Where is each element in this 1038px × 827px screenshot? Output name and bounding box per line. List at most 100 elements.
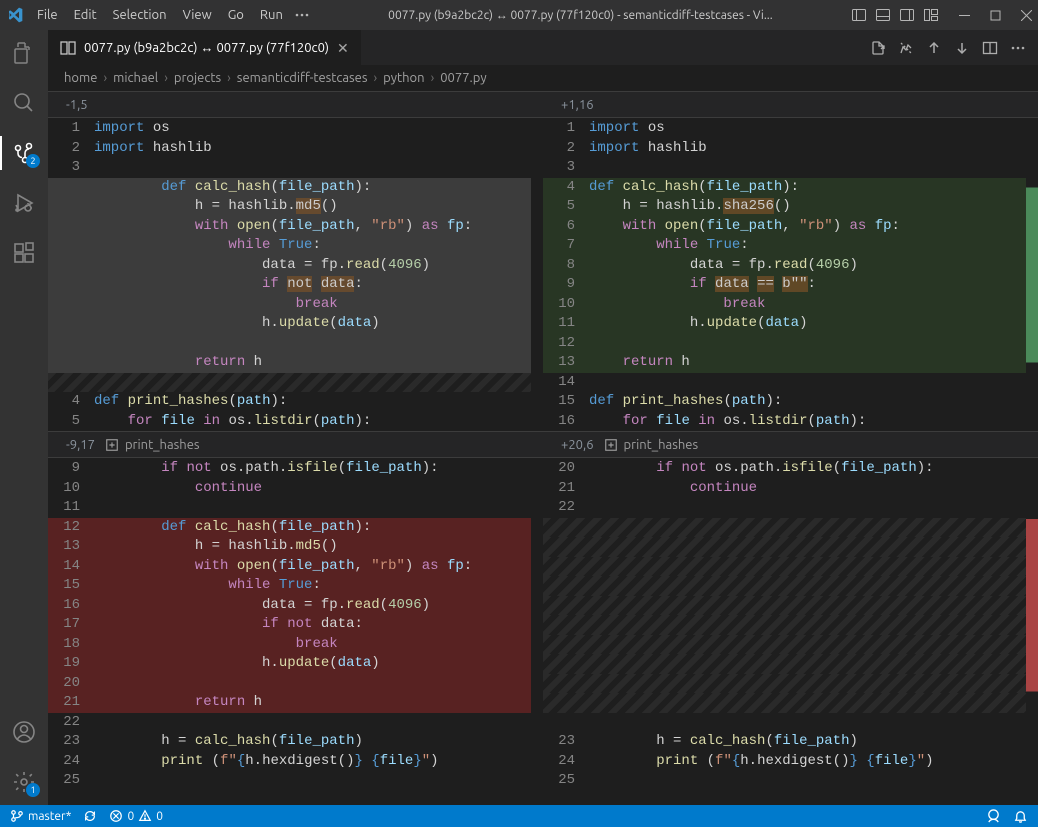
status-bell-icon[interactable] bbox=[1013, 809, 1028, 824]
menu-go[interactable]: Go bbox=[221, 4, 251, 26]
left-pane-2[interactable]: 9 if not os.path.isfile(file_path):10 co… bbox=[48, 459, 531, 791]
left-line[interactable]: 23 h = calc_hash(file_path) bbox=[48, 732, 531, 752]
right-line[interactable] bbox=[543, 713, 1026, 733]
toggle-sidebar-left-icon[interactable] bbox=[851, 7, 867, 23]
left-line[interactable]: if not data: bbox=[48, 275, 531, 295]
status-problems[interactable]: 0 0 bbox=[109, 809, 163, 823]
overflow-menu-icon[interactable] bbox=[294, 7, 310, 23]
breadcrumb-1[interactable]: michael bbox=[113, 71, 158, 85]
right-line[interactable]: 11 h.update(data) bbox=[543, 314, 1026, 334]
left-line[interactable]: h = hashlib.md5() bbox=[48, 197, 531, 217]
right-pane-2[interactable]: 20 if not os.path.isfile(file_path):21 c… bbox=[543, 459, 1026, 791]
tab-close-icon[interactable]: ✕ bbox=[337, 41, 349, 55]
extensions-icon[interactable] bbox=[0, 236, 48, 270]
breadcrumb-0[interactable]: home bbox=[64, 71, 97, 85]
left-line[interactable]: 9 if not os.path.isfile(file_path): bbox=[48, 459, 531, 479]
right-line[interactable]: 21 continue bbox=[543, 479, 1026, 499]
accounts-icon[interactable] bbox=[0, 715, 48, 749]
close-window-icon[interactable] bbox=[1021, 10, 1032, 21]
right-line[interactable]: 2import hashlib bbox=[543, 139, 1026, 159]
right-line[interactable]: 14 bbox=[543, 373, 1026, 393]
next-change-icon[interactable] bbox=[954, 40, 970, 56]
left-line[interactable]: 25 bbox=[48, 771, 531, 791]
right-line[interactable]: 7 while True: bbox=[543, 236, 1026, 256]
revert-icon[interactable] bbox=[898, 40, 914, 56]
breadcrumbs[interactable]: home›michael›projects›semanticdiff-testc… bbox=[48, 65, 1038, 91]
minimize-icon[interactable] bbox=[959, 10, 970, 21]
maximize-icon[interactable] bbox=[990, 10, 1001, 21]
breadcrumb-4[interactable]: python bbox=[383, 71, 424, 85]
prev-change-icon[interactable] bbox=[926, 40, 942, 56]
menu-file[interactable]: File bbox=[30, 4, 65, 26]
open-file-icon[interactable] bbox=[870, 40, 886, 56]
left-line[interactable]: 16 data = fp.read(4096) bbox=[48, 596, 531, 616]
left-line[interactable]: 13 h = hashlib.md5() bbox=[48, 537, 531, 557]
status-feedback-icon[interactable] bbox=[986, 809, 1001, 824]
left-line[interactable]: 20 bbox=[48, 674, 531, 694]
menu-edit[interactable]: Edit bbox=[67, 4, 104, 26]
right-line[interactable]: 6 with open(file_path, "rb") as fp: bbox=[543, 217, 1026, 237]
left-line[interactable]: 3 bbox=[48, 158, 531, 178]
right-line[interactable]: 3 bbox=[543, 158, 1026, 178]
left-line[interactable]: 24 print (f"{h.hexdigest()} {file}") bbox=[48, 752, 531, 772]
breadcrumb-3[interactable]: semanticdiff-testcases bbox=[237, 71, 368, 85]
right-line[interactable]: 13 return h bbox=[543, 353, 1026, 373]
right-line[interactable]: 12 bbox=[543, 334, 1026, 354]
diff-editor[interactable]: -1,5 +1,16 1import os2import hashlib3 de… bbox=[48, 91, 1038, 805]
menu-view[interactable]: View bbox=[176, 4, 219, 26]
right-line[interactable] bbox=[543, 557, 1026, 577]
left-line[interactable]: 11 bbox=[48, 498, 531, 518]
left-line[interactable]: while True: bbox=[48, 236, 531, 256]
left-line[interactable]: 5 for file in os.listdir(path): bbox=[48, 412, 531, 432]
menu-run[interactable]: Run bbox=[253, 4, 290, 26]
left-line[interactable]: 1import os bbox=[48, 119, 531, 139]
left-line[interactable]: 19 h.update(data) bbox=[48, 654, 531, 674]
left-line[interactable] bbox=[48, 334, 531, 354]
tab-diff[interactable]: 0077.py (b9a2bc2c) ↔ 0077.py (77f120c0) … bbox=[48, 30, 362, 65]
status-branch[interactable]: master* bbox=[10, 809, 71, 823]
right-line[interactable] bbox=[543, 576, 1026, 596]
left-line[interactable]: data = fp.read(4096) bbox=[48, 256, 531, 276]
right-line[interactable]: 25 bbox=[543, 771, 1026, 791]
run-debug-icon[interactable] bbox=[0, 186, 48, 220]
right-line[interactable] bbox=[543, 693, 1026, 713]
left-line[interactable]: 15 while True: bbox=[48, 576, 531, 596]
left-line[interactable]: 12 def calc_hash(file_path): bbox=[48, 518, 531, 538]
left-line[interactable]: 17 if not data: bbox=[48, 615, 531, 635]
right-line[interactable]: 22 bbox=[543, 498, 1026, 518]
right-line[interactable]: 24 print (f"{h.hexdigest()} {file}") bbox=[543, 752, 1026, 772]
toggle-panel-icon[interactable] bbox=[875, 7, 891, 23]
breadcrumb-5[interactable]: 0077.py bbox=[440, 71, 486, 85]
right-line[interactable]: 10 break bbox=[543, 295, 1026, 315]
source-control-icon[interactable]: 2 bbox=[0, 136, 48, 170]
right-line[interactable]: 8 data = fp.read(4096) bbox=[543, 256, 1026, 276]
more-actions-icon[interactable] bbox=[1010, 40, 1026, 56]
right-line[interactable]: 4def calc_hash(file_path): bbox=[543, 178, 1026, 198]
status-sync-icon[interactable] bbox=[83, 809, 97, 823]
left-line[interactable]: 4def print_hashes(path): bbox=[48, 392, 531, 412]
right-line[interactable]: 15def print_hashes(path): bbox=[543, 392, 1026, 412]
left-line[interactable]: 14 with open(file_path, "rb") as fp: bbox=[48, 557, 531, 577]
overview-ruler-2[interactable] bbox=[1026, 459, 1038, 791]
left-line[interactable]: h.update(data) bbox=[48, 314, 531, 334]
right-line[interactable] bbox=[543, 654, 1026, 674]
left-line[interactable]: break bbox=[48, 295, 531, 315]
search-icon[interactable] bbox=[0, 86, 48, 120]
right-line[interactable]: 23 h = calc_hash(file_path) bbox=[543, 732, 1026, 752]
right-line[interactable]: 9 if data == b"": bbox=[543, 275, 1026, 295]
left-line[interactable]: with open(file_path, "rb") as fp: bbox=[48, 217, 531, 237]
right-line[interactable] bbox=[543, 596, 1026, 616]
right-line[interactable] bbox=[543, 674, 1026, 694]
left-line[interactable]: 2import hashlib bbox=[48, 139, 531, 159]
right-line[interactable] bbox=[543, 537, 1026, 557]
breadcrumb-2[interactable]: projects bbox=[174, 71, 221, 85]
settings-gear-icon[interactable]: 1 bbox=[0, 765, 48, 799]
left-line[interactable]: 18 break bbox=[48, 635, 531, 655]
right-line[interactable]: 16 for file in os.listdir(path): bbox=[543, 412, 1026, 432]
right-pane-1[interactable]: 1import os2import hashlib34def calc_hash… bbox=[543, 119, 1026, 431]
overview-ruler-1[interactable] bbox=[1026, 119, 1038, 431]
left-pane-1[interactable]: 1import os2import hashlib3 def calc_hash… bbox=[48, 119, 531, 431]
toggle-sidebar-right-icon[interactable] bbox=[899, 7, 915, 23]
customize-layout-icon[interactable] bbox=[923, 7, 939, 23]
split-editor-icon[interactable] bbox=[982, 40, 998, 56]
